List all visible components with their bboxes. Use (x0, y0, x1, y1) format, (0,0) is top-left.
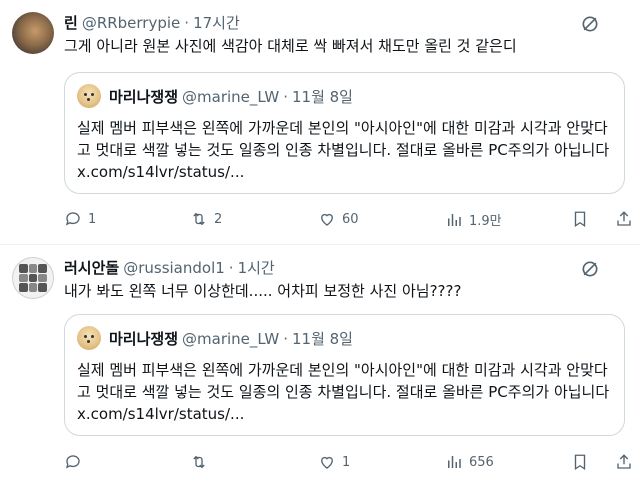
author-name[interactable]: 린 (64, 12, 78, 33)
post-text: 내가 봐도 왼쪽 너무 이상한데..... 어차피 보정한 사진 아님???? (64, 282, 462, 300)
views-icon (448, 213, 461, 226)
post-2[interactable]: 러시안돌 @russiandol1 · 1시간 내가 봐도 왼쪽 너무 이상한데… (0, 245, 640, 491)
like-button[interactable]: 1 (318, 453, 350, 471)
like-button[interactable]: 60 (318, 210, 359, 228)
like-icon (321, 456, 333, 469)
share-button[interactable] (615, 210, 633, 228)
post-header: 러시안돌 @russiandol1 · 1시간 (64, 257, 590, 278)
views-count: 656 (469, 454, 494, 470)
views-count: 1.9만 (469, 214, 502, 229)
separator-dot: · (184, 13, 190, 32)
more-icon[interactable] (580, 259, 600, 279)
bookmark-button[interactable] (571, 453, 589, 471)
quoted-author-name: 마리나쟁쟁 (109, 330, 179, 348)
separator-dot: · (283, 87, 288, 106)
reply-icon (65, 212, 80, 226)
reply-button[interactable] (64, 453, 88, 471)
author-handle[interactable]: @russiandol1 (123, 259, 225, 277)
avatar[interactable] (12, 257, 54, 299)
quoted-author-handle: @marine_LW (182, 87, 280, 106)
repost-icon (193, 455, 205, 469)
quoted-avatar (77, 326, 101, 350)
separator-dot: · (283, 329, 288, 348)
views-button[interactable]: 656 (445, 453, 494, 471)
action-bar: 1 656 (64, 453, 631, 473)
quoted-time: 11월 8일 (291, 330, 353, 348)
like-count: 1 (342, 454, 351, 470)
author-name[interactable]: 러시안돌 (64, 257, 119, 278)
quoted-avatar (77, 84, 101, 108)
repost-count: 2 (214, 211, 223, 227)
reply-button[interactable]: 1 (64, 210, 96, 228)
views-icon (448, 456, 461, 468)
quoted-text: 실제 멤버 피부색은 왼쪽에 가까운데 본인의 "아시아인"에 대한 미감과 시… (77, 119, 610, 181)
quoted-header: 마리나쟁쟁 @marine_LW · 11월 8일 (109, 328, 353, 349)
quoted-author-name: 마리나쟁쟁 (109, 88, 179, 106)
quoted-post[interactable]: 마리나쟁쟁 @marine_LW · 11월 8일 실제 멤버 피부색은 왼쪽에… (64, 72, 625, 194)
reply-count: 1 (88, 211, 97, 227)
share-icon (617, 454, 631, 469)
quoted-header: 마리나쟁쟁 @marine_LW · 11월 8일 (109, 86, 353, 107)
bookmark-icon (574, 454, 586, 471)
share-button[interactable] (615, 453, 633, 471)
post-text: 그게 아니라 원본 사진에 색감아 대체로 싹 빠져서 채도만 올린 것 같은디 (64, 37, 517, 55)
quoted-author-handle: @marine_LW (182, 329, 280, 348)
repost-button[interactable] (190, 453, 214, 471)
bookmark-button[interactable] (571, 210, 589, 228)
reply-icon (65, 455, 80, 469)
like-count: 60 (342, 211, 359, 227)
repost-button[interactable]: 2 (190, 210, 222, 228)
post-1[interactable]: 린 @RRberrypie · 17시간 그게 아니라 원본 사진에 색감아 대… (0, 0, 640, 245)
more-icon[interactable] (580, 14, 600, 34)
post-time[interactable]: 1시간 (238, 257, 275, 278)
action-bar: 1 2 60 1.9만 (64, 210, 631, 230)
author-handle[interactable]: @RRberrypie (82, 14, 180, 32)
quoted-post[interactable]: 마리나쟁쟁 @marine_LW · 11월 8일 실제 멤버 피부색은 왼쪽에… (64, 314, 625, 436)
post-time[interactable]: 17시간 (193, 12, 240, 33)
bookmark-icon (574, 211, 586, 228)
like-icon (321, 213, 333, 226)
share-icon (617, 211, 631, 226)
views-button[interactable]: 1.9만 (445, 210, 502, 229)
quoted-time: 11월 8일 (291, 88, 353, 106)
quoted-text: 실제 멤버 피부색은 왼쪽에 가까운데 본인의 "아시아인"에 대한 미감과 시… (77, 361, 610, 423)
post-header: 린 @RRberrypie · 17시간 (64, 12, 590, 33)
separator-dot: · (228, 258, 234, 277)
repost-icon (193, 212, 205, 226)
avatar[interactable] (12, 12, 54, 54)
